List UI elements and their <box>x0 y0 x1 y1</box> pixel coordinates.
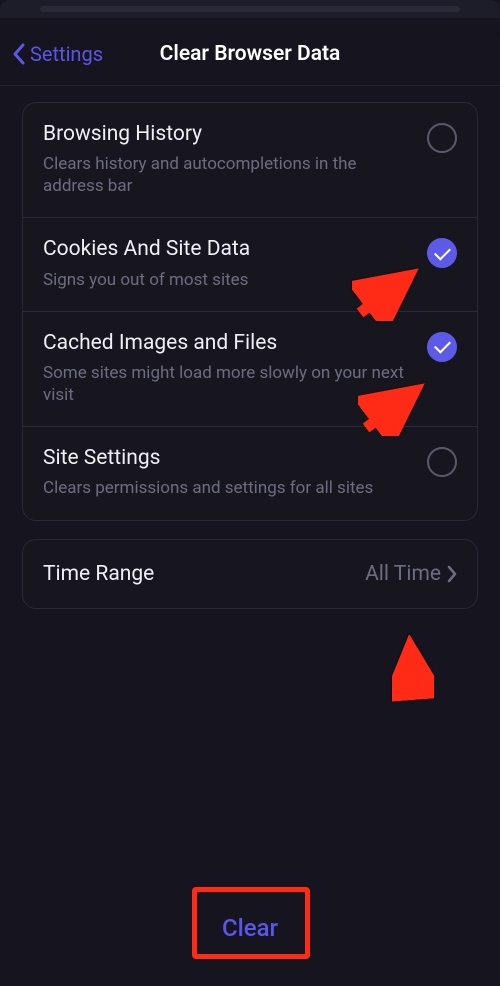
page-title: Clear Browser Data <box>160 42 341 66</box>
nav-bar: Settings Clear Browser Data <box>0 22 500 86</box>
time-range-value-wrap: All Time <box>365 562 457 586</box>
time-range-row[interactable]: Time Range All Time <box>23 540 477 608</box>
content-area: Browsing History Clears history and auto… <box>0 86 500 609</box>
option-browsing-history[interactable]: Browsing History Clears history and auto… <box>23 103 477 217</box>
chevron-left-icon <box>12 42 26 66</box>
option-title: Cached Images and Files <box>43 330 411 356</box>
checkbox-site-settings[interactable] <box>427 447 457 477</box>
time-range-value: All Time <box>365 562 441 586</box>
time-range-label: Time Range <box>43 562 154 586</box>
option-site-settings[interactable]: Site Settings Clears permissions and set… <box>23 426 477 519</box>
data-type-list: Browsing History Clears history and auto… <box>22 102 478 521</box>
clear-button[interactable]: Clear <box>194 900 306 956</box>
chevron-right-icon <box>447 565 457 583</box>
checkbox-cached[interactable] <box>427 332 457 362</box>
checkbox-browsing-history[interactable] <box>427 123 457 153</box>
footer: Clear <box>0 900 500 986</box>
background-sheet <box>0 0 500 18</box>
option-subtitle: Clears permissions and settings for all … <box>43 477 411 499</box>
option-title: Browsing History <box>43 121 411 147</box>
option-cookies[interactable]: Cookies And Site Data Signs you out of m… <box>23 217 477 310</box>
option-subtitle: Clears history and autocompletions in th… <box>43 153 411 197</box>
option-subtitle: Signs you out of most sites <box>43 269 411 291</box>
time-range-card: Time Range All Time <box>22 539 478 609</box>
clear-browser-data-modal: Settings Clear Browser Data Browsing His… <box>0 22 500 986</box>
back-to-settings-button[interactable]: Settings <box>12 42 103 66</box>
option-title: Cookies And Site Data <box>43 236 411 262</box>
option-title: Site Settings <box>43 445 411 471</box>
back-label: Settings <box>30 42 103 66</box>
option-cached[interactable]: Cached Images and Files Some sites might… <box>23 311 477 426</box>
checkbox-cookies[interactable] <box>427 238 457 268</box>
option-subtitle: Some sites might load more slowly on you… <box>43 362 411 406</box>
